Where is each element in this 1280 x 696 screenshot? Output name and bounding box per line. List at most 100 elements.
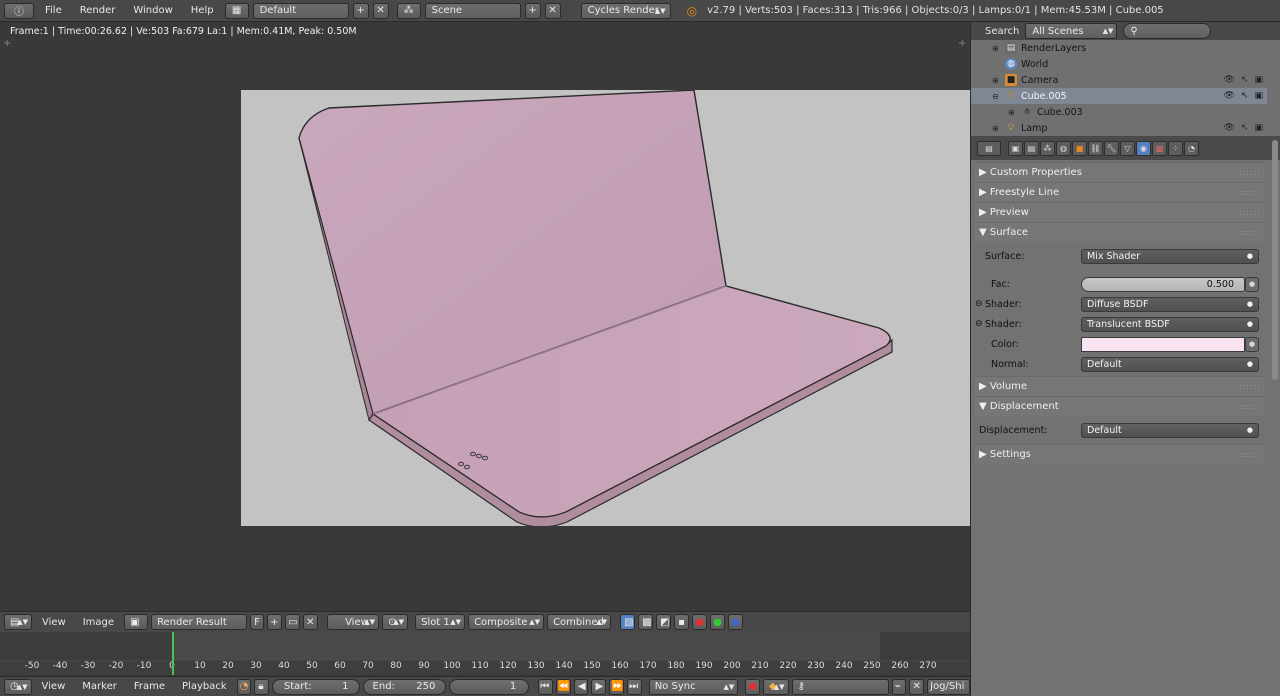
render-engine-dropdown[interactable]: Cycles Render ▲▼ — [580, 2, 671, 19]
slot-dropdown[interactable]: Slot 1 ▲▼ — [415, 614, 466, 630]
outliner-row-world[interactable]: ◍ World — [971, 56, 1267, 72]
draw-alpha-button[interactable]: ◩ — [656, 614, 672, 630]
outliner-tree[interactable]: ⊕ ▤ RenderLayers ◍ World ⊕ ■ Camera 👁︎ ↖ ▣… — [971, 40, 1280, 136]
menu-file[interactable]: File — [38, 5, 69, 16]
tab-object[interactable]: ■ — [1072, 140, 1087, 156]
drag-grip-icon[interactable]: :::::: — [1239, 382, 1261, 391]
panel-surface[interactable]: ▼ Surface:::::: — [975, 222, 1265, 242]
drag-grip-icon[interactable]: :::::: — [1239, 208, 1261, 217]
current-frame-cursor[interactable] — [172, 632, 174, 675]
shader2-dropdown[interactable]: Translucent BSDF ● — [1081, 316, 1259, 332]
view-mode-dropdown[interactable]: View ▲▼ — [327, 614, 380, 630]
green-channel-button[interactable]: ● — [710, 614, 726, 630]
expand-icon[interactable]: ⊕ — [992, 76, 999, 85]
tab-material[interactable]: ◉ — [1136, 140, 1151, 156]
insert-keyframe-button[interactable]: ⌁ — [891, 678, 907, 695]
eye-icon[interactable]: 👁︎ — [1224, 123, 1235, 133]
color-swatch[interactable] — [1081, 336, 1245, 352]
menu-playback[interactable]: Playback — [175, 681, 234, 692]
visibility-toggles[interactable]: 👁︎ ↖ ▣ — [1224, 75, 1264, 85]
menu-frame[interactable]: Frame — [127, 681, 172, 692]
outliner-row-camera[interactable]: ⊕ ■ Camera 👁︎ ↖ ▣ — [971, 72, 1267, 88]
layout-remove-button[interactable]: ✕ — [372, 2, 389, 19]
layout-browse-button[interactable]: ▦ — [224, 2, 249, 19]
visibility-toggles[interactable]: 👁︎ ↖ ▣ — [1224, 123, 1264, 133]
shader1-dropdown[interactable]: Diffuse BSDF ● — [1081, 296, 1259, 312]
panel-settings[interactable]: ▶ Settings:::::: — [975, 444, 1265, 464]
drag-grip-icon[interactable]: :::::: — [1239, 188, 1261, 197]
render-icon[interactable]: ▣ — [1254, 91, 1263, 101]
collapse-icon[interactable]: ⊖ — [992, 92, 999, 101]
panel-preview[interactable]: ▶ Preview:::::: — [975, 202, 1265, 222]
layout-name-field[interactable]: Default — [252, 2, 349, 19]
tab-world[interactable]: ◍ — [1056, 140, 1071, 156]
editor-type-button[interactable]: ⓘ — [4, 2, 34, 19]
menu-view[interactable]: View — [35, 681, 73, 692]
timeline-ruler[interactable]: -50-40-30-20-100102030405060708090100110… — [0, 661, 970, 675]
properties-scrollbar[interactable] — [1272, 140, 1278, 380]
jump-keyframe-back-button[interactable]: ⏪ — [555, 678, 571, 695]
drag-grip-icon[interactable]: :::::: — [1239, 402, 1261, 411]
eye-icon[interactable]: 👁︎ — [1224, 91, 1235, 101]
layout-add-button[interactable]: + — [352, 2, 369, 19]
draw-zbuffer-button[interactable]: ▪ — [674, 614, 690, 630]
scene-name-field[interactable]: Scene — [424, 2, 521, 19]
outliner-filter-dropdown[interactable]: All Scenes ▲▼ — [1025, 23, 1118, 39]
outliner-row-lamp[interactable]: ⊕ 💡︎ Lamp 👁︎ ↖ ▣ — [971, 120, 1267, 136]
delete-keyframe-button[interactable]: ✕ — [909, 678, 925, 695]
cursor-icon[interactable]: ↖ — [1241, 75, 1249, 85]
play-button[interactable]: ▶ — [591, 678, 607, 695]
tab-scene[interactable]: ⁂ — [1040, 140, 1055, 156]
image-editor-area[interactable]: Frame:1 | Time:00:26.62 | Ve:503 Fa:679 … — [0, 22, 970, 611]
panel-freestyle-line[interactable]: ▶ Freestyle Line:::::: — [975, 182, 1265, 202]
jog-shuttle-field[interactable]: Jog/Shi — [927, 678, 970, 695]
jump-start-button[interactable]: ⏮ — [538, 678, 553, 695]
scene-remove-button[interactable]: ✕ — [544, 2, 561, 19]
collapse-icon[interactable]: ⊖ — [975, 299, 983, 309]
timeline-area[interactable]: -50-40-30-20-100102030405060708090100110… — [0, 632, 970, 675]
render-pass-dropdown[interactable]: Combined ▲▼ — [547, 614, 612, 630]
jump-keyframe-forward-button[interactable]: ⏩ — [609, 678, 625, 695]
panel-volume[interactable]: ▶ Volume:::::: — [975, 376, 1265, 396]
scene-browse-button[interactable]: ⁂ — [396, 2, 421, 19]
play-reverse-button[interactable]: ◀ — [573, 678, 589, 695]
open-image-button[interactable]: ▭ — [285, 614, 301, 630]
render-layer-dropdown[interactable]: Composite ▲▼ — [468, 614, 545, 630]
expand-icon[interactable]: ⊕ — [992, 44, 999, 53]
tab-physics[interactable]: ◔ — [1184, 140, 1199, 156]
render-icon[interactable]: ▣ — [1254, 123, 1263, 133]
visibility-toggles[interactable]: 👁︎ ↖ ▣ — [1224, 91, 1264, 101]
red-channel-button[interactable]: ● — [692, 614, 708, 630]
draw-rgb-alpha-button[interactable]: ▧ — [620, 614, 636, 630]
expand-icon[interactable]: ⊕ — [992, 124, 999, 133]
fake-user-button[interactable]: F — [250, 614, 265, 630]
color-link-button[interactable]: ● — [1245, 336, 1259, 352]
menu-render[interactable]: Render — [73, 5, 123, 16]
scene-add-button[interactable]: + — [524, 2, 541, 19]
sync-mode-dropdown[interactable]: No Sync ▲▼ — [648, 678, 739, 695]
menu-help[interactable]: Help — [184, 5, 221, 16]
editor-type-button[interactable]: ◷ ▲▼ — [4, 678, 32, 695]
new-image-button[interactable]: + — [267, 614, 283, 630]
tab-data[interactable]: ▽ — [1120, 140, 1135, 156]
preview-range-button[interactable]: ◔ — [236, 678, 252, 695]
start-frame-field[interactable]: Start: 1 — [271, 678, 360, 695]
image-name-field[interactable]: Render Result — [151, 614, 248, 630]
jump-end-button[interactable]: ⏭ — [627, 678, 642, 695]
tab-particles[interactable]: ⁘ — [1168, 140, 1183, 156]
tab-render-layers[interactable]: ▤ — [1024, 140, 1039, 156]
fac-link-button[interactable]: ● — [1245, 276, 1259, 292]
outliner-row-renderlayers[interactable]: ⊕ ▤ RenderLayers — [971, 40, 1267, 56]
end-frame-field[interactable]: End: 250 — [362, 678, 447, 695]
eye-icon[interactable]: 👁︎ — [1224, 75, 1235, 85]
drag-grip-icon[interactable]: :::::: — [1239, 450, 1261, 459]
active-keying-set-field[interactable]: ⚷ — [791, 678, 889, 695]
outliner-search-input[interactable]: ⚲ — [1123, 23, 1212, 39]
pivot-dropdown[interactable]: ⊙ ▲▼ — [382, 614, 409, 630]
menu-image[interactable]: Image — [76, 617, 121, 628]
outliner-row-cube005[interactable]: ⊖ ▽ Cube.005 👁︎ ↖ ▣ — [971, 88, 1267, 104]
tab-render[interactable]: ▣ — [1008, 140, 1023, 156]
drag-grip-icon[interactable]: :::::: — [1239, 168, 1261, 177]
tab-modifiers[interactable]: 🔧︎ — [1104, 140, 1119, 156]
cursor-icon[interactable]: ↖ — [1241, 91, 1249, 101]
